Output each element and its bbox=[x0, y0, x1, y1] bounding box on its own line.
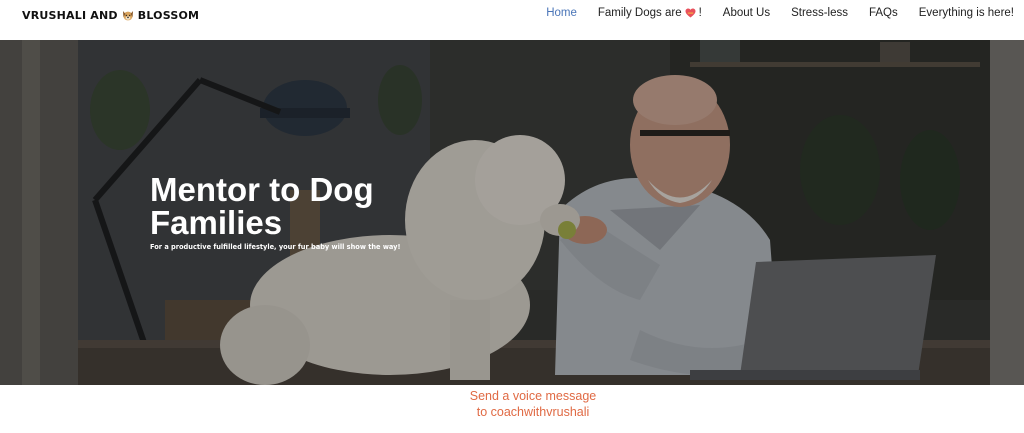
nav-family-dogs[interactable]: Family Dogs are ! bbox=[598, 7, 702, 19]
heart-icon bbox=[685, 8, 696, 18]
nav-home[interactable]: Home bbox=[546, 7, 577, 19]
nav-everything[interactable]: Everything is here! bbox=[919, 7, 1014, 19]
hero-title: Mentor to Dog Families bbox=[150, 171, 374, 241]
nav-about[interactable]: About Us bbox=[723, 7, 770, 19]
site-header: VRUSHALI AND BLOSSOM Home Family Dogs ar… bbox=[0, 0, 1024, 40]
nav-family-dogs-suffix: ! bbox=[698, 7, 702, 19]
nav-faqs[interactable]: FAQs bbox=[869, 7, 898, 19]
dog-face-icon bbox=[122, 11, 133, 21]
hero-banner: Mentor to Dog Families For a productive … bbox=[0, 40, 1024, 385]
site-logo[interactable]: VRUSHALI AND BLOSSOM bbox=[22, 8, 199, 22]
hero-subtitle: For a productive fulfilled lifestyle, yo… bbox=[150, 243, 401, 251]
main-nav: Home Family Dogs are ! About Us Stress-l… bbox=[546, 7, 1014, 19]
voice-message-line-2[interactable]: to coachwithvrushali bbox=[0, 404, 1024, 420]
voice-message-link[interactable]: Send a voice message to coachwithvrushal… bbox=[0, 388, 1024, 420]
nav-stress-less[interactable]: Stress-less bbox=[791, 7, 848, 19]
nav-family-dogs-label: Family Dogs are bbox=[597, 7, 682, 19]
logo-text-suffix: BLOSSOM bbox=[137, 8, 200, 22]
logo-text-prefix: VRUSHALI AND bbox=[22, 8, 118, 22]
voice-message-line-1[interactable]: Send a voice message bbox=[0, 388, 1024, 404]
